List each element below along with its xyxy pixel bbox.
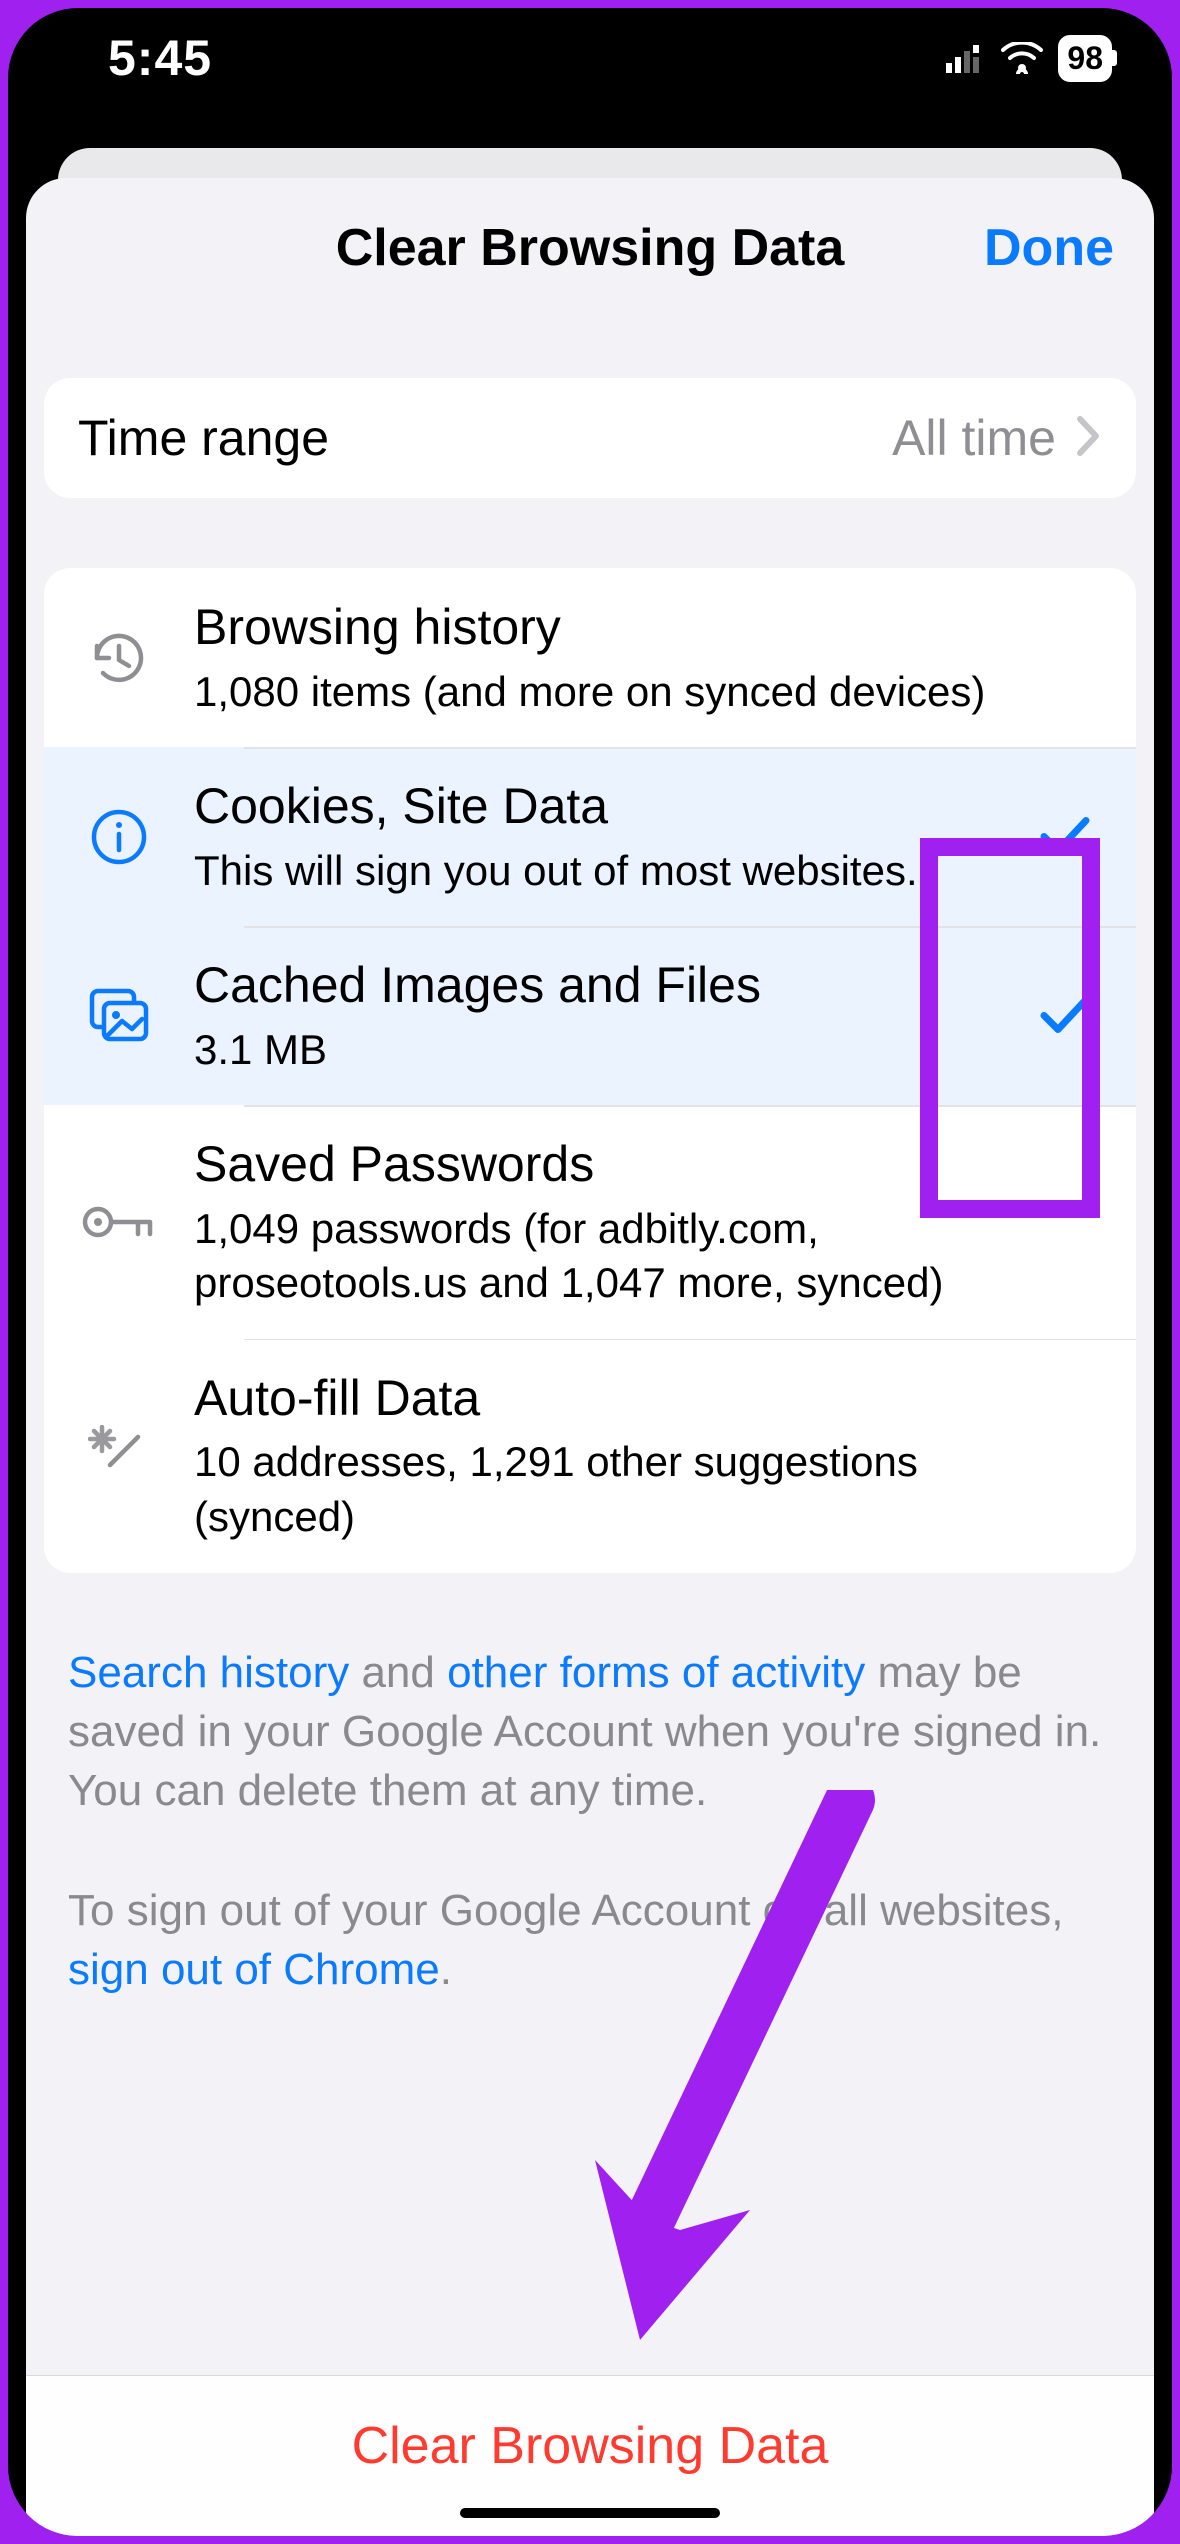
- time-range-value: All time: [892, 409, 1056, 467]
- wand-icon: [74, 1411, 164, 1501]
- home-indicator: [460, 2508, 720, 2518]
- chevron-right-icon: [1076, 415, 1102, 462]
- images-icon: [74, 971, 164, 1061]
- time-range-group: Time range All time: [44, 378, 1136, 498]
- browsing-history-row[interactable]: Browsing history 1,080 items (and more o…: [44, 568, 1136, 747]
- data-types-group: Browsing history 1,080 items (and more o…: [44, 568, 1136, 1573]
- cached-title: Cached Images and Files: [194, 954, 986, 1017]
- device-frame: 5:45 98 Clear Browsing Data Done Time ra…: [8, 8, 1172, 2536]
- done-button[interactable]: Done: [984, 218, 1114, 278]
- footer-note-1: Search history and other forms of activi…: [44, 1643, 1136, 1821]
- status-bar: 5:45 98: [8, 8, 1172, 108]
- cookies-row[interactable]: Cookies, Site Data This will sign you ou…: [44, 747, 1136, 926]
- key-icon: [74, 1177, 164, 1267]
- action-bar: Clear Browsing Data: [26, 2375, 1154, 2536]
- passwords-title: Saved Passwords: [194, 1133, 986, 1196]
- clear-browsing-data-button[interactable]: Clear Browsing Data: [352, 2416, 829, 2476]
- history-subtitle: 1,080 items (and more on synced devices): [194, 665, 986, 720]
- info-icon: [74, 792, 164, 882]
- checkmark-icon: [1038, 812, 1092, 861]
- cookies-title: Cookies, Site Data: [194, 775, 986, 838]
- passwords-row[interactable]: Saved Passwords 1,049 passwords (for adb…: [44, 1105, 1136, 1339]
- sheet-header: Clear Browsing Data Done: [26, 178, 1154, 318]
- sheet-content: Time range All time: [26, 318, 1154, 2536]
- modal-sheet: Clear Browsing Data Done Time range All …: [26, 178, 1154, 2536]
- time-range-label: Time range: [78, 409, 892, 467]
- cellular-icon: [946, 43, 986, 73]
- cached-subtitle: 3.1 MB: [194, 1023, 986, 1078]
- footer-note-2: To sign out of your Google Account on al…: [44, 1881, 1136, 2000]
- autofill-title: Auto-fill Data: [194, 1367, 986, 1430]
- search-history-link[interactable]: Search history: [68, 1648, 349, 1697]
- battery-indicator: 98: [1058, 35, 1112, 82]
- cookies-subtitle: This will sign you out of most websites.: [194, 844, 986, 899]
- history-icon: [74, 613, 164, 703]
- checkmark-icon: [1038, 991, 1092, 1040]
- autofill-row[interactable]: Auto-fill Data 10 addresses, 1,291 other…: [44, 1339, 1136, 1573]
- other-activity-link[interactable]: other forms of activity: [447, 1648, 865, 1697]
- cached-row[interactable]: Cached Images and Files 3.1 MB: [44, 926, 1136, 1105]
- autofill-subtitle: 10 addresses, 1,291 other suggestions (s…: [194, 1435, 986, 1544]
- sheet-title: Clear Browsing Data: [336, 218, 845, 278]
- passwords-subtitle: 1,049 passwords (for adbitly.com, proseo…: [194, 1202, 986, 1311]
- status-time: 5:45: [68, 29, 212, 87]
- wifi-icon: [1000, 42, 1044, 74]
- history-title: Browsing history: [194, 596, 986, 659]
- sign-out-chrome-link[interactable]: sign out of Chrome: [68, 1945, 440, 1994]
- time-range-row[interactable]: Time range All time: [44, 378, 1136, 498]
- status-indicators: 98: [946, 35, 1112, 82]
